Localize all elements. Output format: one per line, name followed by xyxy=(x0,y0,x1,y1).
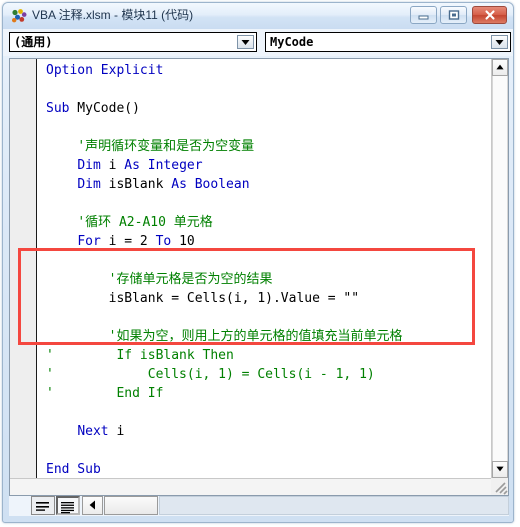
chevron-down-icon[interactable] xyxy=(237,35,254,49)
vertical-scroll-track[interactable] xyxy=(492,76,508,461)
close-button[interactable] xyxy=(472,6,507,24)
procedure-view-button[interactable] xyxy=(31,496,55,515)
window-title: VBA 注释.xlsm - 模块11 (代码) xyxy=(32,8,194,22)
horizontal-scroll-track[interactable] xyxy=(159,496,509,515)
procedure-dropdown-value: MyCode xyxy=(270,35,314,49)
triangle-left-icon[interactable] xyxy=(82,496,103,515)
procedure-dropdown[interactable]: MyCode xyxy=(265,32,511,52)
status-bar xyxy=(9,496,509,516)
title-bar[interactable]: VBA 注释.xlsm - 模块11 (代码) xyxy=(3,3,513,30)
full-module-view-button[interactable] xyxy=(56,496,80,515)
code-text-area[interactable]: Option Explicit Sub MyCode() '声明循环变量和是否为… xyxy=(38,59,491,478)
triangle-down-icon[interactable] xyxy=(492,461,508,478)
chevron-down-icon[interactable] xyxy=(491,35,508,49)
vba-module-icon xyxy=(11,8,28,24)
combo-bar: (通用) MyCode xyxy=(3,29,513,56)
object-dropdown[interactable]: (通用) xyxy=(9,32,257,52)
pane-horizontal-scrollbar[interactable] xyxy=(10,478,491,495)
margin-indicator-bar[interactable] xyxy=(10,59,37,495)
minimize-button[interactable] xyxy=(410,6,437,24)
resize-grip-icon[interactable] xyxy=(491,478,508,495)
horizontal-scroll-thumb[interactable] xyxy=(104,496,158,515)
triangle-up-icon[interactable] xyxy=(492,59,508,76)
source-code: Option Explicit Sub MyCode() '声明循环变量和是否为… xyxy=(46,63,403,477)
vertical-scrollbar[interactable] xyxy=(491,59,508,478)
maximize-button[interactable] xyxy=(440,6,467,24)
object-dropdown-value: (通用) xyxy=(14,35,53,49)
code-pane[interactable]: Option Explicit Sub MyCode() '声明循环变量和是否为… xyxy=(9,58,509,496)
vba-code-window: VBA 注释.xlsm - 模块11 (代码) (通用) MyCode Opti… xyxy=(2,2,514,523)
